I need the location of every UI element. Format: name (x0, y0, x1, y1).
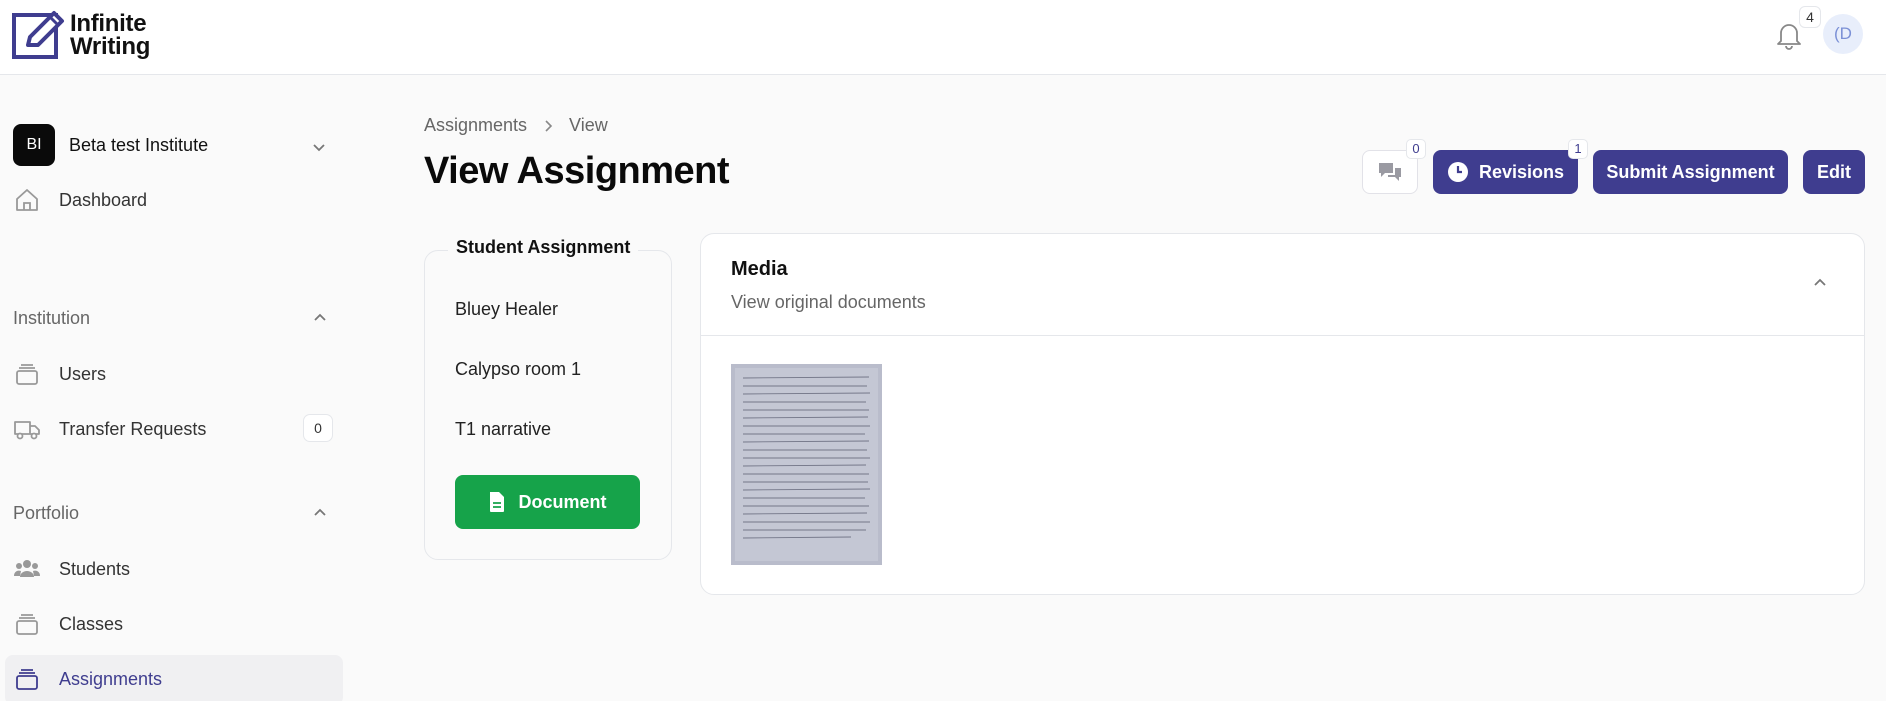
pen-square-icon (12, 11, 64, 59)
assignment-name: T1 narrative (455, 419, 552, 439)
student-assignment-title: Student Assignment (448, 237, 639, 258)
notifications-count-badge: 4 (1799, 6, 1821, 28)
institution-switcher[interactable]: BI Beta test Institute (13, 124, 208, 166)
sidebar-item-label: Students (59, 558, 131, 579)
sidebar-item-users[interactable]: Users (13, 360, 106, 388)
class-name: Calypso room 1 (455, 359, 582, 379)
chevron-right-icon (545, 119, 553, 132)
page-title: View Assignment (424, 150, 730, 192)
sidebar-item-label: Classes (59, 613, 124, 634)
sidebar-item-label: Transfer Requests (59, 418, 207, 439)
sidebar: BI Beta test Institute Dashboard Institu… (0, 76, 350, 701)
chevron-up-icon[interactable] (1811, 274, 1829, 292)
document-thumbnail[interactable] (731, 364, 882, 565)
institution-name: Beta test Institute (69, 134, 209, 155)
submit-assignment-button[interactable]: Submit Assignment (1593, 150, 1788, 194)
media-title: Media (731, 258, 788, 280)
chevron-up-icon[interactable] (311, 504, 329, 522)
logo-text: Infinite Writing (70, 10, 151, 60)
comments-count-badge: 0 (1406, 139, 1426, 159)
institution-avatar: BI (13, 124, 55, 166)
sidebar-item-transfer-requests[interactable]: Transfer Requests (13, 415, 206, 443)
user-avatar[interactable]: (D (1823, 14, 1863, 54)
media-card: Media View original documents (700, 233, 1865, 595)
media-subtitle: View original documents (731, 292, 926, 312)
document-label: Document (518, 491, 607, 512)
sidebar-item-label: Assignments (59, 668, 163, 689)
section-portfolio-label: Portfolio (13, 503, 80, 523)
document-icon (490, 492, 505, 512)
logo-line-2: Writing (70, 33, 151, 60)
edit-button[interactable]: Edit (1803, 150, 1865, 194)
student-name: Bluey Healer (455, 299, 559, 319)
sidebar-item-students[interactable]: Students (13, 555, 130, 583)
breadcrumb-assignments[interactable]: Assignments (424, 115, 527, 136)
top-bar: Infinite Writing 4 (D (0, 0, 1886, 75)
revisions-count-badge: 1 (1568, 139, 1588, 159)
truck-icon (14, 421, 40, 440)
section-institution-label: Institution (13, 308, 91, 328)
chevron-up-icon[interactable] (311, 309, 329, 327)
stack-icon (16, 364, 38, 385)
home-icon (16, 189, 38, 211)
chat-bubbles-icon (1379, 163, 1401, 181)
sidebar-item-dashboard[interactable]: Dashboard (13, 186, 147, 214)
stack-icon (16, 614, 38, 635)
transfer-requests-count-badge: 0 (303, 414, 333, 442)
breadcrumb-current: View (569, 115, 608, 135)
sidebar-item-label: Dashboard (59, 189, 148, 210)
app-logo[interactable]: Infinite Writing (12, 9, 150, 61)
handwritten-page-image (731, 364, 882, 565)
breadcrumb: Assignments View (424, 115, 608, 136)
sidebar-item-classes[interactable]: Classes (13, 610, 123, 638)
sidebar-item-label: Users (59, 363, 107, 384)
logo-line-1: Infinite (70, 10, 147, 37)
users-icon (13, 560, 41, 577)
document-button[interactable]: Document (455, 475, 640, 529)
sidebar-item-assignments[interactable]: Assignments (13, 665, 162, 693)
stack-icon (16, 669, 38, 690)
clock-icon (1447, 162, 1468, 182)
revisions-label: Revisions (1478, 161, 1565, 182)
chevron-down-icon[interactable] (310, 138, 328, 156)
revisions-button[interactable]: Revisions (1433, 150, 1578, 194)
media-header[interactable]: Media View original documents (701, 234, 1864, 336)
